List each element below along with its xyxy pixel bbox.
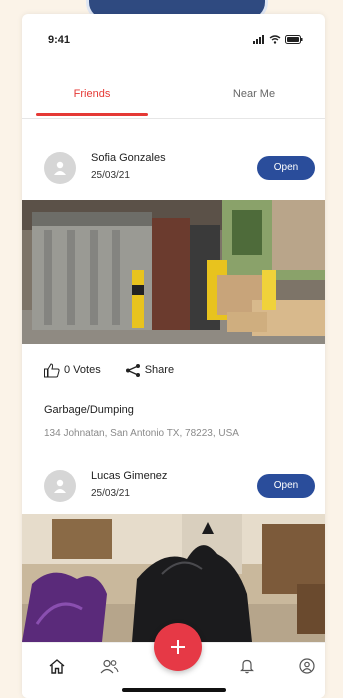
status-bar: 9:41 [22, 14, 325, 54]
votes-count: 0 Votes [64, 364, 101, 376]
share-button[interactable]: Share [125, 363, 174, 378]
feed-tabs: Friends Near Me [22, 78, 325, 119]
phone-screen: 9:41 Friends Near Me Sofia Gonzales 25/0… [22, 14, 325, 698]
profile-icon [299, 658, 315, 674]
share-icon [125, 363, 140, 377]
post-address: 134 Johnatan, San Antonio TX, 78223, USA [44, 428, 239, 439]
post-author: Sofia Gonzales [91, 152, 166, 164]
open-button[interactable]: Open [257, 474, 315, 498]
active-tab-indicator [36, 113, 148, 116]
user-icon [54, 161, 66, 175]
post-actions: 0 Votes Share [44, 362, 174, 378]
tab-friends[interactable]: Friends [36, 78, 148, 118]
post-photo[interactable] [22, 200, 325, 344]
post-date: 25/03/21 [91, 170, 130, 181]
post-header: Sofia Gonzales 25/03/21 Open [22, 144, 325, 190]
avatar[interactable] [44, 152, 76, 184]
thumbs-up-icon [44, 362, 60, 377]
tab-near-me[interactable]: Near Me [198, 78, 310, 118]
share-label: Share [144, 364, 175, 376]
post-category: Garbage/Dumping [44, 404, 134, 416]
post-author: Lucas Gimenez [91, 470, 168, 482]
add-report-button[interactable] [154, 623, 202, 671]
post-header: Lucas Gimenez 25/03/21 Open [22, 462, 325, 508]
open-button[interactable]: Open [257, 156, 315, 180]
bottom-navigation [22, 623, 325, 698]
home-indicator-bar [122, 688, 226, 692]
signal-icon [253, 34, 264, 44]
plus-icon [171, 640, 185, 654]
nav-home[interactable] [46, 655, 68, 677]
user-icon [54, 479, 66, 493]
bell-icon [240, 659, 254, 674]
system-icons [253, 34, 303, 44]
post-date: 25/03/21 [91, 488, 130, 499]
battery-icon [285, 34, 303, 44]
home-icon [49, 658, 65, 674]
vote-button[interactable]: 0 Votes [44, 362, 101, 378]
wifi-icon [269, 34, 281, 44]
status-time: 9:41 [48, 34, 71, 46]
nav-profile[interactable] [296, 655, 318, 677]
nav-people[interactable] [98, 655, 120, 677]
avatar[interactable] [44, 470, 76, 502]
garbage-photo-image [22, 200, 325, 344]
people-icon [100, 659, 119, 673]
nav-notifications[interactable] [236, 655, 258, 677]
